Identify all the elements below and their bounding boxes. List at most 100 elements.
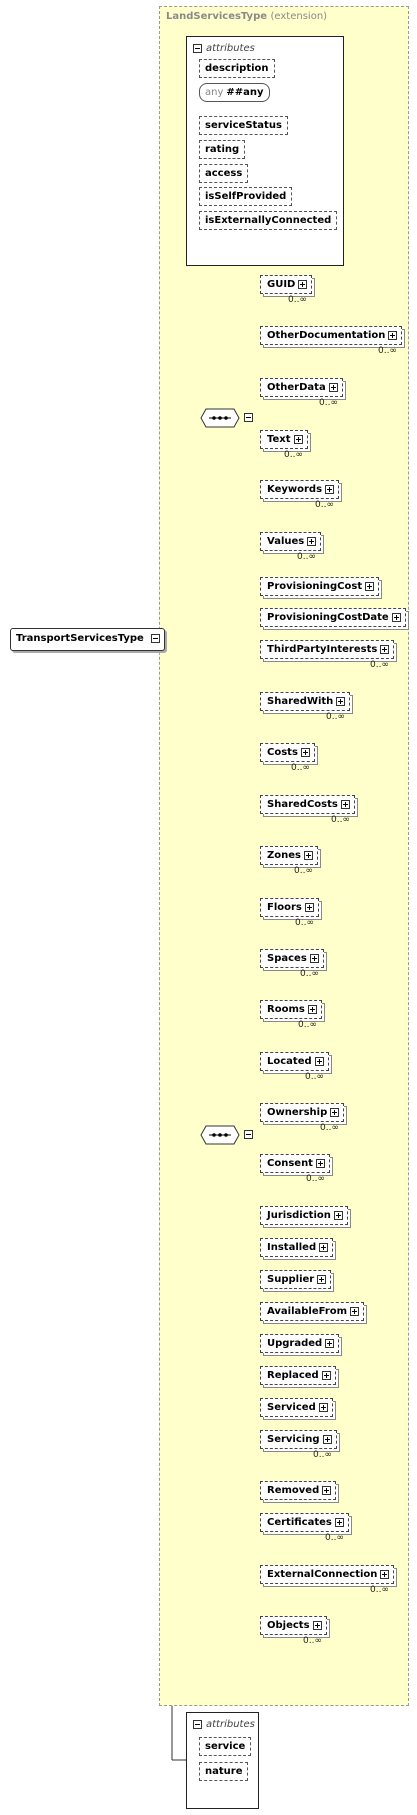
element-sharedwith[interactable]: SharedWith [260, 692, 351, 711]
element-guid[interactable]: GUID [260, 275, 313, 294]
element-provisioningcostdate[interactable]: ProvisioningCostDate [260, 608, 406, 627]
element-provisioningcost[interactable]: ProvisioningCost [260, 577, 380, 596]
element-zones[interactable]: Zones [260, 846, 318, 865]
attribute-access[interactable]: access [199, 164, 249, 183]
expand-icon[interactable] [365, 582, 375, 591]
cardinality: 0..∞ [370, 660, 389, 670]
element-sharedcosts[interactable]: SharedCosts [260, 795, 355, 814]
element-servicing[interactable]: Servicing [260, 1430, 337, 1449]
element-consent[interactable]: Consent [260, 1154, 330, 1173]
expand-icon[interactable] [309, 954, 319, 963]
expand-icon[interactable] [350, 1307, 360, 1316]
collapse-icon[interactable] [244, 1130, 253, 1139]
element-ownership[interactable]: Ownership [260, 1103, 345, 1122]
element-otherdocumentation[interactable]: OtherDocumentation [260, 326, 403, 345]
expand-icon[interactable] [307, 537, 317, 546]
expand-icon[interactable] [314, 1057, 324, 1066]
element-jurisdiction[interactable]: Jurisdiction [260, 1206, 348, 1225]
collapse-icon[interactable] [244, 413, 253, 422]
expand-icon[interactable] [328, 383, 338, 392]
attribute-isexternallyconnected[interactable]: isExternallyConnected [199, 211, 338, 230]
element-values[interactable]: Values [260, 532, 322, 551]
expand-icon[interactable] [321, 1371, 331, 1380]
element-label: Rooms [267, 1004, 305, 1015]
element-label: Upgraded [267, 1338, 323, 1349]
sequence-compositor-icon [200, 1125, 253, 1145]
attribute-servicestatus[interactable]: serviceStatus [199, 116, 288, 135]
expand-icon[interactable] [322, 1486, 332, 1495]
expand-icon[interactable] [317, 1275, 327, 1284]
expand-icon[interactable] [319, 1243, 329, 1252]
extension-title: LandServicesType (extension) [166, 11, 327, 22]
attribute-isselfprovided[interactable]: isSelfProvided [199, 187, 293, 206]
attribute-description[interactable]: description [199, 59, 275, 78]
expand-icon[interactable] [298, 280, 308, 289]
expand-icon[interactable] [303, 851, 313, 860]
attribute-nature[interactable]: nature [199, 1762, 249, 1781]
cardinality: 0..∞ [295, 918, 314, 928]
element-certificates[interactable]: Certificates [260, 1513, 349, 1532]
element-thirdpartyinterests[interactable]: ThirdPartyInterests [260, 640, 395, 659]
element-label: OtherDocumentation [267, 330, 386, 341]
expand-icon[interactable] [325, 485, 335, 494]
element-upgraded[interactable]: Upgraded [260, 1334, 340, 1353]
element-supplier[interactable]: Supplier [260, 1270, 332, 1289]
element-floors[interactable]: Floors [260, 898, 319, 917]
element-externalconnection[interactable]: ExternalConnection [260, 1565, 395, 1584]
element-spaces[interactable]: Spaces [260, 949, 324, 968]
cardinality: 0..∞ [325, 1533, 344, 1543]
element-label: Installed [267, 1242, 317, 1253]
own-attributes-box: attributes service nature [186, 1712, 259, 1809]
sequence-shape [200, 1125, 240, 1145]
expand-icon[interactable] [300, 748, 310, 757]
element-objects[interactable]: Objects [260, 1616, 327, 1635]
expand-icon[interactable] [315, 1159, 325, 1168]
element-label: ExternalConnection [267, 1569, 378, 1580]
collapse-icon[interactable] [193, 1719, 202, 1729]
element-label: Zones [267, 850, 301, 861]
element-text[interactable]: Text [260, 430, 308, 449]
root-element[interactable]: TransportServicesType [10, 628, 165, 651]
element-costs[interactable]: Costs [260, 743, 315, 762]
collapse-icon[interactable] [193, 43, 202, 53]
cardinality: 0..∞ [305, 1072, 324, 1082]
collapse-icon[interactable] [150, 634, 160, 643]
element-label: Servicing [267, 1434, 320, 1445]
expand-icon[interactable] [312, 1621, 322, 1630]
attributes-label: attributes [206, 1719, 255, 1730]
expand-icon[interactable] [307, 1005, 317, 1014]
expand-icon[interactable] [340, 800, 350, 809]
expand-icon[interactable] [304, 903, 314, 912]
element-label: Certificates [267, 1517, 332, 1528]
expand-icon[interactable] [380, 645, 390, 654]
expand-icon[interactable] [293, 435, 303, 444]
expand-icon[interactable] [388, 331, 398, 340]
expand-icon[interactable] [330, 1108, 340, 1117]
element-replaced[interactable]: Replaced [260, 1366, 336, 1385]
expand-icon[interactable] [391, 613, 401, 622]
element-located[interactable]: Located [260, 1052, 329, 1071]
attribute-rating[interactable]: rating [199, 140, 246, 159]
element-serviced[interactable]: Serviced [260, 1398, 333, 1417]
cardinality: 0..∞ [370, 1585, 389, 1595]
element-removed[interactable]: Removed [260, 1481, 337, 1500]
element-rooms[interactable]: Rooms [260, 1000, 322, 1019]
expand-icon[interactable] [334, 1518, 344, 1527]
expand-icon[interactable] [325, 1339, 335, 1348]
expand-icon[interactable] [333, 1211, 343, 1220]
extension-attributes-box: attributes description serviceStatus ratin… [186, 36, 344, 266]
element-availablefrom[interactable]: AvailableFrom [260, 1302, 365, 1321]
attribute-service[interactable]: service [199, 1737, 252, 1756]
attribute-any-wildcard[interactable]: any ##any [199, 83, 270, 102]
element-installed[interactable]: Installed [260, 1238, 334, 1257]
element-otherdata[interactable]: OtherData [260, 378, 343, 397]
expand-icon[interactable] [380, 1570, 390, 1579]
element-label: SharedCosts [267, 799, 338, 810]
element-keywords[interactable]: Keywords [260, 480, 340, 499]
expand-icon[interactable] [318, 1403, 328, 1412]
cardinality: 0..∞ [315, 500, 334, 510]
cardinality: 0..∞ [306, 1174, 325, 1184]
expand-icon[interactable] [322, 1435, 332, 1444]
expand-icon[interactable] [336, 697, 346, 706]
attributes-header: attributes [193, 1719, 255, 1730]
